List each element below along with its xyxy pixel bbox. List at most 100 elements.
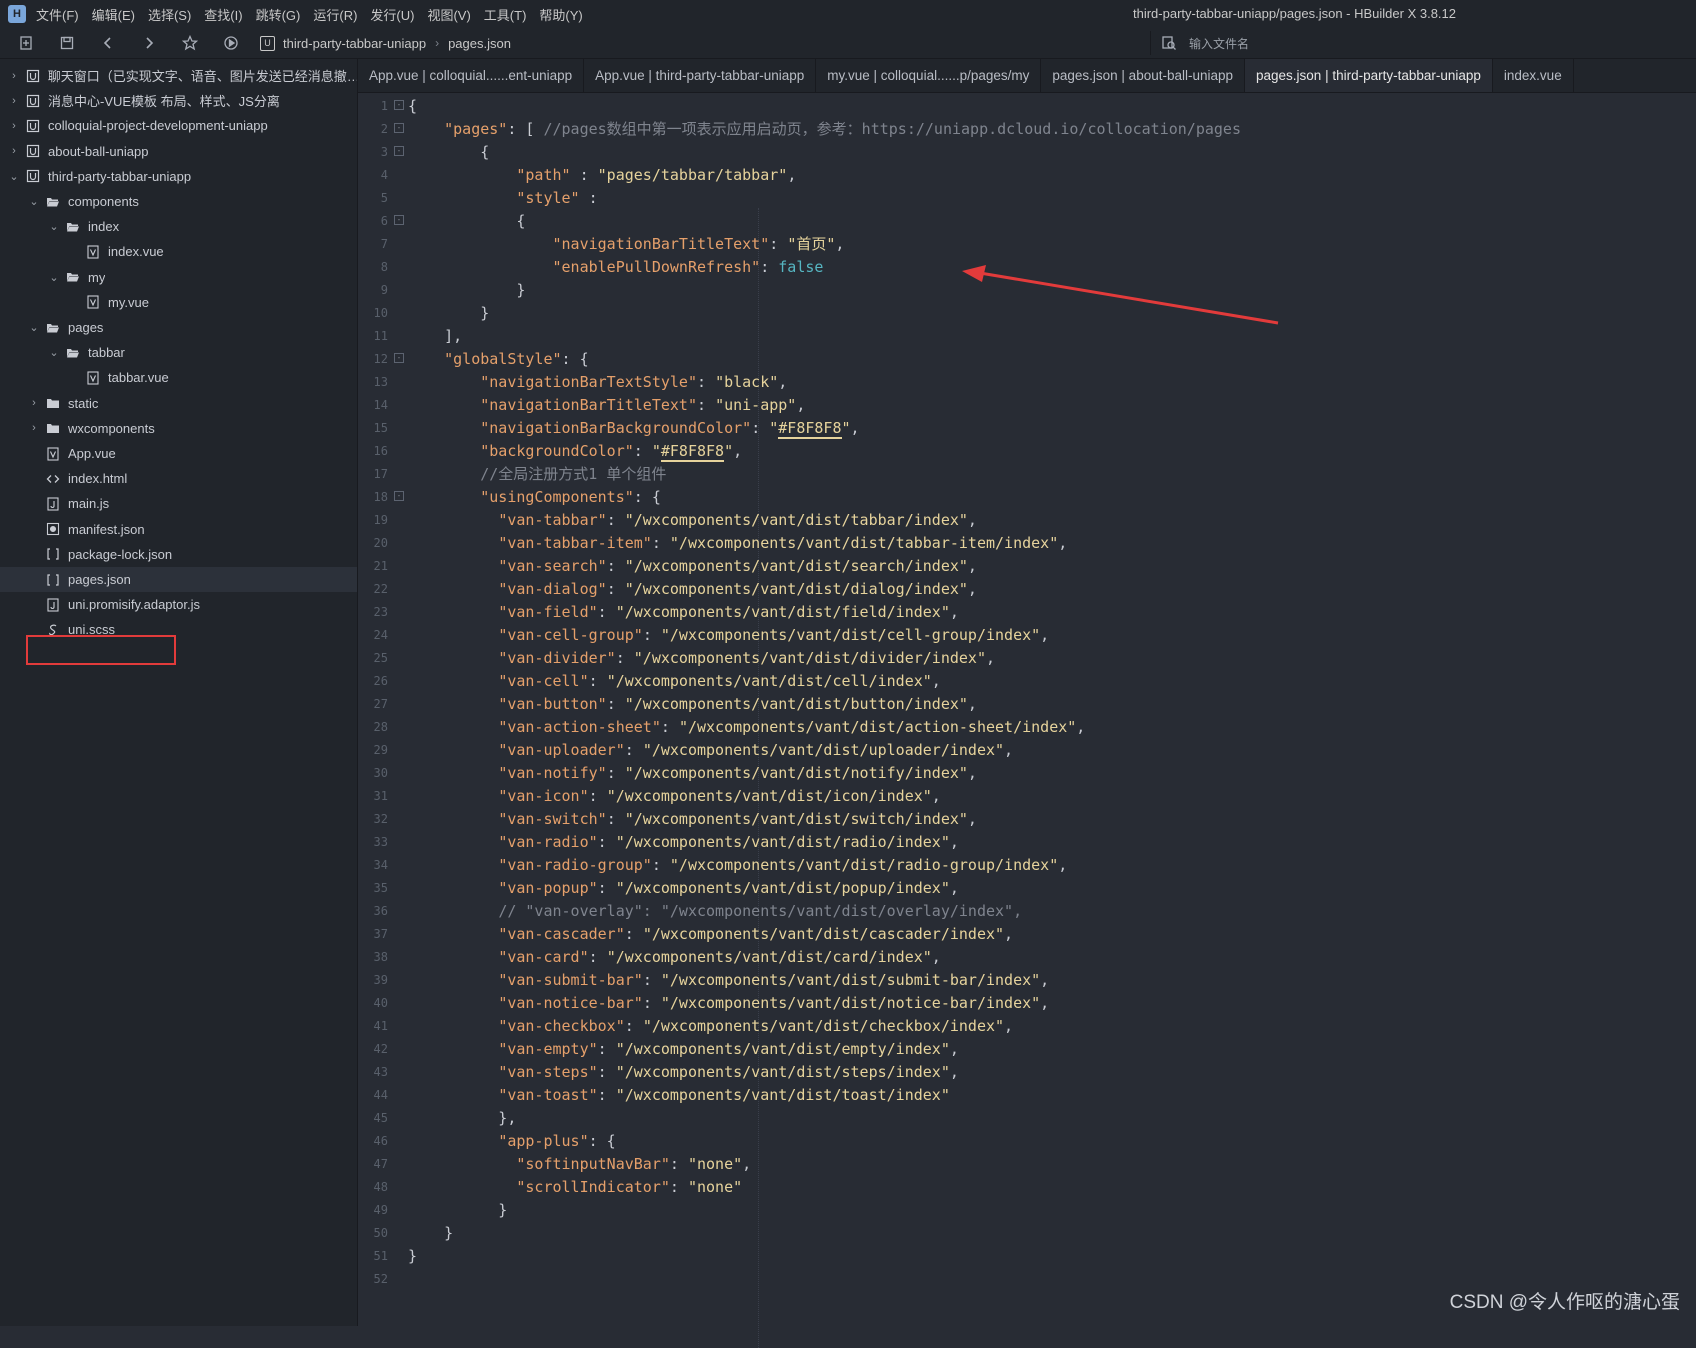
chevron-right-icon[interactable]: › bbox=[28, 397, 40, 409]
menu-item[interactable]: 跳转(G) bbox=[256, 5, 301, 24]
editor-tab[interactable]: index.vue bbox=[1493, 59, 1574, 92]
chevron-right-icon[interactable]: › bbox=[8, 120, 20, 132]
manifest-file-icon bbox=[46, 522, 60, 536]
editor-tab[interactable]: pages.json | about-ball-uniapp bbox=[1041, 59, 1246, 92]
chevron-down-icon[interactable]: ⌄ bbox=[48, 346, 60, 359]
tree-item[interactable]: › about-ball-uniapp bbox=[0, 139, 357, 164]
chevron-right-icon[interactable]: › bbox=[8, 70, 20, 82]
line-number: 2 bbox=[380, 122, 388, 136]
editor-tab[interactable]: my.vue | colloquial......p/pages/my bbox=[816, 59, 1042, 92]
menu-item[interactable]: 工具(T) bbox=[484, 5, 527, 24]
menu-item[interactable]: 编辑(E) bbox=[92, 5, 135, 24]
line-number: 41 bbox=[373, 1019, 388, 1033]
project-explorer: › 聊天窗口（已实现文字、语音、图片发送已经消息撤回... › 消息中心-VUE模板 … bbox=[0, 59, 358, 1326]
tree-item[interactable]: ⌄ pages bbox=[0, 315, 357, 340]
line-number: 13 bbox=[373, 375, 388, 389]
back-arrow-icon[interactable] bbox=[98, 33, 118, 53]
chevron-down-icon[interactable]: ⌄ bbox=[28, 195, 40, 208]
fold-toggle-icon[interactable]: - bbox=[394, 353, 404, 363]
code-text: "van-cascader": "/wxcomponents/vant/dist… bbox=[498, 925, 1014, 943]
code-text: "globalStyle": { bbox=[444, 350, 589, 368]
tree-item[interactable]: ⌄ my bbox=[0, 265, 357, 290]
line-number: 30 bbox=[373, 766, 388, 780]
chevron-down-icon[interactable]: ⌄ bbox=[28, 321, 40, 334]
editor-tab[interactable]: pages.json | third-party-tabbar-uniapp bbox=[1245, 59, 1493, 92]
code-line: 25 "van-divider": "/wxcomponents/vant/di… bbox=[358, 647, 1696, 670]
breadcrumb-project[interactable]: third-party-tabbar-uniapp bbox=[283, 36, 426, 51]
chevron-right-icon[interactable]: › bbox=[8, 95, 20, 107]
editor-tab[interactable]: App.vue | third-party-tabbar-uniapp bbox=[584, 59, 817, 92]
tree-item[interactable]: › colloquial-project-development-uniapp bbox=[0, 113, 357, 138]
tree-item[interactable]: › wxcomponents bbox=[0, 416, 357, 441]
line-number: 19 bbox=[373, 513, 388, 527]
chevron-right-icon[interactable]: › bbox=[28, 422, 40, 434]
editor-tab[interactable]: App.vue | colloquial......ent-uniapp bbox=[358, 59, 585, 92]
code-line: 45 }, bbox=[358, 1107, 1696, 1130]
code-line: 18- "usingComponents": { bbox=[358, 486, 1696, 509]
menu-item[interactable]: 运行(R) bbox=[313, 5, 357, 24]
tree-item[interactable]: ⌄ third-party-tabbar-uniapp bbox=[0, 164, 357, 189]
tree-item[interactable]: uni.promisify.adaptor.js bbox=[0, 592, 357, 617]
project-icon bbox=[26, 119, 40, 133]
code-line: 16 "backgroundColor": "#F8F8F8", bbox=[358, 440, 1696, 463]
tree-item[interactable]: ⌄ components bbox=[0, 189, 357, 214]
tree-item[interactable]: App.vue bbox=[0, 441, 357, 466]
project-icon bbox=[26, 94, 40, 108]
tree-item-label: index.vue bbox=[108, 244, 164, 260]
fold-toggle-icon[interactable]: - bbox=[394, 100, 404, 110]
fold-toggle-icon[interactable]: - bbox=[394, 215, 404, 225]
tree-item[interactable]: index.html bbox=[0, 466, 357, 491]
folder-icon bbox=[46, 421, 60, 435]
save-icon[interactable] bbox=[57, 33, 77, 53]
tree-item[interactable]: tabbar.vue bbox=[0, 365, 357, 390]
breadcrumb-file[interactable]: pages.json bbox=[448, 36, 511, 51]
tree-item[interactable]: ⌄ tabbar bbox=[0, 340, 357, 365]
tree-item-label: index.html bbox=[68, 471, 128, 487]
chevron-down-icon[interactable]: ⌄ bbox=[48, 271, 60, 284]
tree-item[interactable]: main.js bbox=[0, 491, 357, 516]
new-file-icon[interactable] bbox=[16, 33, 36, 53]
tree-item[interactable]: ⌄ index bbox=[0, 214, 357, 239]
tree-item-label: my bbox=[88, 269, 106, 285]
tree-item-label: package-lock.json bbox=[68, 546, 173, 562]
tree-item[interactable]: my.vue bbox=[0, 290, 357, 315]
tree-item[interactable]: pages.json bbox=[0, 567, 357, 592]
line-number: 8 bbox=[380, 260, 388, 274]
star-icon[interactable] bbox=[180, 33, 200, 53]
code-line: 28 "van-action-sheet": "/wxcomponents/va… bbox=[358, 716, 1696, 739]
menu-item[interactable]: 发行(U) bbox=[370, 5, 414, 24]
code-text: "van-steps": "/wxcomponents/vant/dist/st… bbox=[498, 1063, 959, 1081]
code-line: 48 "scrollIndicator": "none" bbox=[358, 1176, 1696, 1199]
toolbar: U third-party-tabbar-uniapp › pages.json… bbox=[0, 28, 1696, 59]
window-title: third-party-tabbar-uniapp/pages.json - H… bbox=[1132, 6, 1456, 21]
tree-item[interactable]: index.vue bbox=[0, 239, 357, 264]
tree-item[interactable]: manifest.json bbox=[0, 517, 357, 542]
chevron-down-icon[interactable]: ⌄ bbox=[8, 170, 20, 183]
code-text: "van-empty": "/wxcomponents/vant/dist/em… bbox=[498, 1040, 959, 1058]
code-line: 14 "navigationBarTitleText": "uni-app", bbox=[358, 394, 1696, 417]
menu-item[interactable]: 查找(I) bbox=[204, 5, 242, 24]
menu-item[interactable]: 文件(F) bbox=[36, 5, 79, 24]
project-icon bbox=[26, 69, 40, 83]
line-number: 28 bbox=[373, 720, 388, 734]
tree-item[interactable]: › 消息中心-VUE模板 布局、样式、JS分离 bbox=[0, 88, 357, 113]
menu-item[interactable]: 帮助(Y) bbox=[539, 5, 582, 24]
line-number: 32 bbox=[373, 812, 388, 826]
code-text: // "van-overlay": "/wxcomponents/vant/di… bbox=[498, 902, 1023, 920]
fold-toggle-icon[interactable]: - bbox=[394, 123, 404, 133]
fold-toggle-icon[interactable]: - bbox=[394, 491, 404, 501]
tree-item[interactable]: › static bbox=[0, 391, 357, 416]
menu-item[interactable]: 选择(S) bbox=[148, 5, 191, 24]
tree-item[interactable]: package-lock.json bbox=[0, 542, 357, 567]
forward-arrow-icon[interactable] bbox=[139, 33, 159, 53]
chevron-right-icon[interactable]: › bbox=[8, 145, 20, 157]
file-search-input[interactable]: 输入文件名 bbox=[1150, 31, 1696, 55]
fold-toggle-icon[interactable]: - bbox=[394, 146, 404, 156]
code-text: "softinputNavBar": "none", bbox=[516, 1155, 752, 1173]
tree-item[interactable]: › 聊天窗口（已实现文字、语音、图片发送已经消息撤回... bbox=[0, 63, 357, 88]
menu-item[interactable]: 视图(V) bbox=[427, 5, 470, 24]
chevron-down-icon[interactable]: ⌄ bbox=[48, 220, 60, 233]
line-number: 18 bbox=[373, 490, 388, 504]
run-icon[interactable] bbox=[221, 33, 241, 53]
code-line: 51} bbox=[358, 1245, 1696, 1268]
